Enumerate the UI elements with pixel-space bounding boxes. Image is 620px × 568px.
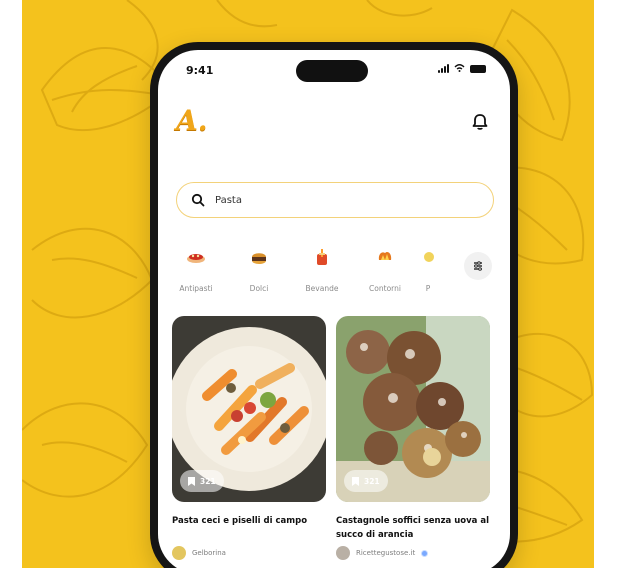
category-label: Contorni <box>369 284 401 293</box>
right-border <box>594 0 620 568</box>
save-count: 321 <box>200 476 216 486</box>
category-dolci[interactable]: Dolci <box>231 246 287 293</box>
app-screen: 9:41 A. Pasta Antipasti Dolci Bevande Co… <box>158 50 510 568</box>
wifi-icon <box>454 64 465 72</box>
category-label: Dolci <box>249 284 269 293</box>
dynamic-island <box>296 60 368 82</box>
appetizer-icon <box>187 254 205 263</box>
battery-icon <box>470 64 486 73</box>
author-avatar <box>172 546 186 560</box>
save-chip[interactable]: 321 <box>344 470 388 492</box>
phone-mockup: 9:41 A. Pasta Antipasti Dolci Bevande Co… <box>150 42 518 568</box>
category-partial[interactable]: P <box>418 246 438 293</box>
left-border <box>0 0 22 568</box>
bookmark-icon <box>352 476 359 486</box>
recipe-image[interactable]: 321 <box>172 316 326 502</box>
save-count: 321 <box>364 476 380 486</box>
bell-icon[interactable] <box>470 112 490 132</box>
recipe-author[interactable]: Ricettegustose.it <box>336 546 429 560</box>
recipe-author[interactable]: Gelborina <box>172 546 226 560</box>
recipe-card-castagnole[interactable]: 321 Castagnole soffici senza uova al suc… <box>336 316 490 560</box>
filter-button[interactable] <box>464 252 492 280</box>
category-label: P <box>425 284 431 293</box>
drink-icon <box>317 249 327 265</box>
category-label: Antipasti <box>179 284 213 293</box>
recipe-title[interactable]: Castagnole soffici senza uova al succo d… <box>336 514 490 542</box>
category-bevande[interactable]: Bevande <box>294 246 350 293</box>
author-name: Gelborina <box>192 549 226 557</box>
more-category-icon <box>424 252 434 262</box>
bookmark-icon <box>188 476 195 486</box>
dessert-icon <box>252 253 266 264</box>
recipe-image[interactable]: 321 <box>336 316 490 502</box>
recipe-card-pasta[interactable]: 321 Pasta ceci e piselli di campo Gelbor… <box>172 316 326 560</box>
signal-icon <box>438 64 449 73</box>
search-input[interactable] <box>215 194 475 206</box>
author-name: Ricettegustose.it <box>356 549 416 557</box>
verified-icon <box>421 549 429 557</box>
author-avatar <box>336 546 350 560</box>
app-logo: A. <box>176 104 208 137</box>
category-label: Bevande <box>305 284 339 293</box>
side-dish-icon <box>378 251 392 260</box>
filter-icon <box>474 261 482 271</box>
category-antipasti[interactable]: Antipasti <box>168 246 224 293</box>
category-contorni[interactable]: Contorni <box>357 246 413 293</box>
status-time: 9:41 <box>186 64 214 77</box>
status-icons <box>438 64 486 73</box>
recipe-title[interactable]: Pasta ceci e piselli di campo <box>172 514 326 528</box>
search-bar[interactable] <box>176 182 494 218</box>
status-bar: 9:41 <box>158 50 510 90</box>
search-icon <box>191 193 205 207</box>
save-chip[interactable]: 321 <box>180 470 224 492</box>
category-list: Antipasti Dolci Bevande Contorni P <box>166 246 466 306</box>
